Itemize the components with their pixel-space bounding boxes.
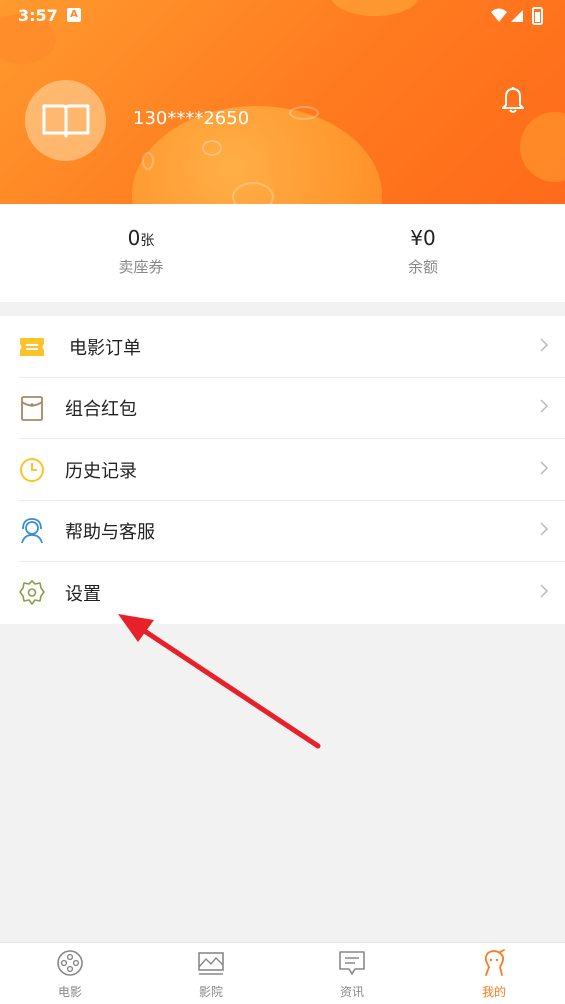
profile-icon	[484, 949, 505, 976]
stat-value: ¥0	[410, 226, 436, 250]
tab-label: 资讯	[339, 985, 364, 999]
tab-label: 电影	[57, 985, 82, 999]
menu-label: 历史记录	[65, 460, 137, 482]
menu-item-help[interactable]: 帮助与客服	[0, 501, 565, 562]
chevron-right-icon	[539, 398, 549, 418]
tab-label: 影院	[198, 985, 223, 999]
chevron-right-icon	[539, 337, 549, 357]
tab-label: 我的	[481, 985, 506, 999]
menu-item-movie-orders[interactable]: 电影订单	[0, 316, 565, 378]
bottom-tab-bar: 电影 影院 资讯 我的	[0, 942, 565, 1004]
chevron-right-icon	[539, 521, 549, 541]
stat-coupons[interactable]: 0张 卖座券	[41, 226, 241, 277]
ticket-icon	[18, 333, 46, 361]
status-icons	[489, 6, 549, 30]
stat-label: 卖座券	[118, 258, 164, 276]
stat-balance[interactable]: ¥0 余额	[323, 226, 523, 277]
stat-value: 0张	[127, 226, 155, 250]
menu-label: 电影订单	[69, 337, 141, 359]
cinema-icon	[198, 952, 224, 975]
stat-label: 余额	[407, 258, 438, 276]
clock-icon	[18, 456, 46, 484]
tab-news[interactable]: 资讯	[312, 949, 392, 1000]
profile-header: 3:57 A 130****2650	[0, 0, 565, 204]
avatar[interactable]	[25, 80, 106, 161]
envelope-icon	[18, 394, 46, 422]
menu-label: 设置	[65, 583, 101, 605]
tab-movies[interactable]: 电影	[30, 949, 110, 1000]
film-reel-icon	[57, 950, 83, 976]
menu-list: 电影订单 组合红包 历史记录 帮助与客服 设置	[0, 316, 565, 624]
status-bar: 3:57 A	[0, 0, 565, 32]
menu-item-history[interactable]: 历史记录	[0, 439, 565, 501]
user-phone[interactable]: 130****2650	[133, 108, 249, 129]
chevron-right-icon	[539, 460, 549, 480]
notification-badge: A	[67, 8, 81, 22]
gear-icon	[18, 579, 46, 607]
book-icon	[42, 104, 90, 138]
bell-icon[interactable]	[501, 86, 525, 118]
status-time: 3:57	[18, 6, 58, 25]
menu-label: 组合红包	[65, 399, 137, 421]
menu-item-red-packets[interactable]: 组合红包	[0, 378, 565, 439]
signal-battery-icon	[491, 7, 543, 25]
menu-label: 帮助与客服	[65, 522, 155, 544]
tab-cinemas[interactable]: 影院	[171, 949, 251, 1000]
headset-icon	[18, 517, 46, 545]
news-icon	[339, 951, 365, 975]
decor-planet	[520, 112, 565, 182]
wallet-stats: 0张 卖座券 ¥0 余额	[0, 204, 565, 302]
tab-profile[interactable]: 我的	[454, 949, 534, 1000]
chevron-right-icon	[539, 583, 549, 603]
menu-item-settings[interactable]: 设置	[0, 562, 565, 624]
